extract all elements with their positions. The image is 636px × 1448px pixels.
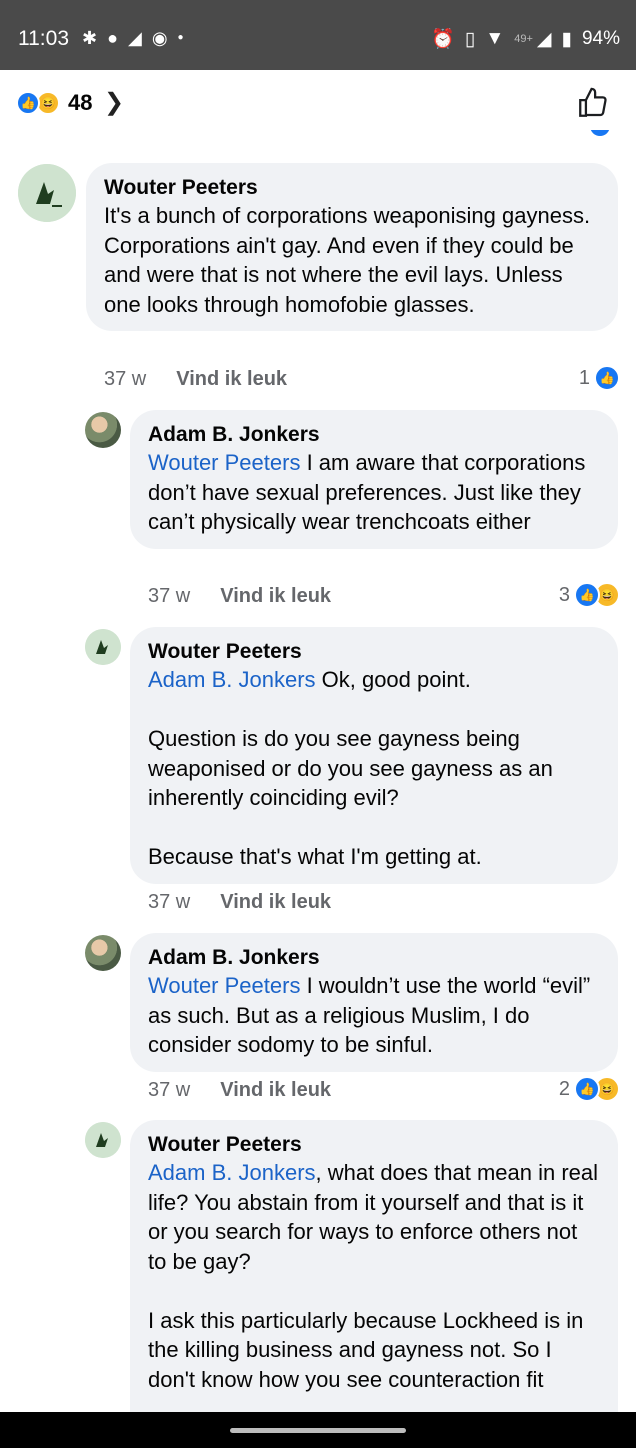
- reaction-count: 2: [558, 1077, 570, 1100]
- like-link[interactable]: Vind ik leuk: [176, 368, 287, 391]
- dot-icon: ●: [177, 32, 184, 43]
- comment-text: Wouter Peeters I am aware that corporati…: [148, 450, 586, 534]
- battery-icon: ▮: [561, 28, 572, 50]
- vibrate-icon: ▯: [464, 28, 476, 50]
- comment-reactions[interactable]: 1 👍: [579, 365, 620, 391]
- comment-bubble[interactable]: Wouter Peeters It's a bunch of corporati…: [86, 163, 618, 331]
- avatar-wouter-peeters[interactable]: [85, 1122, 121, 1158]
- comment-age: 37 w: [104, 368, 147, 390]
- comment-meta: 37 w Vind ik leuk: [148, 891, 331, 914]
- mention-link[interactable]: Wouter Peeters: [148, 450, 300, 475]
- comment-text: Wouter Peeters I wouldn’t use the world …: [148, 973, 591, 1057]
- notification-icons: ✱ ● ◢ ◉ ●: [82, 28, 184, 48]
- comment-meta: 37 w Vind ik leuk: [148, 585, 331, 608]
- mention-link[interactable]: Adam B. Jonkers: [148, 667, 316, 692]
- comment-author[interactable]: Adam B. Jonkers: [148, 945, 600, 971]
- chat-bubble-icon: ●: [107, 28, 118, 48]
- comment-author[interactable]: Adam B. Jonkers: [148, 422, 600, 448]
- comment-text: Adam B. Jonkers Ok, good point. Question…: [148, 667, 553, 869]
- like-reaction-icon: 👍: [16, 91, 40, 115]
- comment-author[interactable]: Wouter Peeters: [148, 639, 600, 665]
- mention-link[interactable]: Wouter Peeters: [148, 973, 300, 998]
- comments-sheet: 👍 😆 48 ❯ Wouter Peeters It's a bunch of …: [0, 70, 636, 1412]
- reactions-header[interactable]: 👍 😆 48 ❯: [0, 70, 636, 132]
- gesture-handle[interactable]: [230, 1428, 406, 1433]
- comment-bubble[interactable]: Wouter Peeters Adam B. Jonkers, what doe…: [130, 1120, 618, 1412]
- like-reaction-icon: 👍: [594, 365, 620, 391]
- reaction-count: 1: [578, 366, 590, 389]
- status-time: 11:03: [18, 27, 69, 50]
- comment-age: 37 w: [148, 891, 191, 913]
- status-bar: 11:03 ✱ ● ◢ ◉ ● ⏰ ▯ ▼ 49+ ◢ ▮ 94%: [0, 0, 636, 70]
- avatar-wouter-peeters[interactable]: [85, 629, 121, 665]
- navigation-bar: [0, 1412, 636, 1448]
- comment-bubble[interactable]: Adam B. Jonkers Wouter Peeters I wouldn’…: [130, 933, 618, 1072]
- comment-reactions[interactable]: 3 👍 😆: [559, 582, 620, 608]
- system-icons: ⏰ ▯ ▼ 49+ ◢ ▮ 94%: [431, 27, 620, 51]
- comment-bubble[interactable]: Adam B. Jonkers Wouter Peeters I am awar…: [130, 410, 618, 549]
- comment-bubble[interactable]: Wouter Peeters Adam B. Jonkers Ok, good …: [130, 627, 618, 884]
- chevron-right-icon[interactable]: ❯: [104, 88, 124, 117]
- comment-age: 37 w: [148, 1079, 191, 1101]
- comment-text: Adam B. Jonkers, what does that mean in …: [148, 1160, 599, 1392]
- wifi-icon: ▼: [485, 28, 505, 49]
- alarm-icon: ⏰: [431, 29, 455, 50]
- comment-reactions[interactable]: 2 👍 😆: [559, 1076, 620, 1102]
- like-reaction-icon: 👍: [574, 582, 600, 608]
- comment-meta: 37 w Vind ik leuk: [148, 1079, 331, 1102]
- avatar-wouter-peeters[interactable]: [18, 164, 76, 222]
- gear-icon: ✱: [82, 28, 98, 48]
- comment-text: It's a bunch of corporations weaponising…: [104, 203, 591, 317]
- like-link[interactable]: Vind ik leuk: [220, 891, 331, 914]
- thumbs-up-icon[interactable]: [576, 86, 610, 120]
- battery-percent: 94%: [581, 28, 620, 49]
- reaction-count: 48: [68, 90, 93, 115]
- avatar-adam-b-jonkers[interactable]: [85, 935, 121, 971]
- mention-link[interactable]: Adam B. Jonkers: [148, 1160, 316, 1185]
- comment-author[interactable]: Wouter Peeters: [104, 175, 600, 201]
- like-link[interactable]: Vind ik leuk: [220, 585, 331, 608]
- comment-age: 37 w: [148, 585, 191, 607]
- telegram-icon: ◢: [127, 28, 142, 48]
- signal-icon: ◢: [536, 28, 552, 50]
- reaction-count: 3: [558, 583, 570, 606]
- messenger-icon: ◉: [151, 28, 168, 48]
- clipped-reaction-badge: [590, 130, 612, 138]
- like-reaction-icon: 👍: [574, 1076, 600, 1102]
- network-label: 49+: [514, 33, 533, 45]
- like-link[interactable]: Vind ik leuk: [220, 1079, 331, 1102]
- avatar-adam-b-jonkers[interactable]: [85, 412, 121, 448]
- comment-meta: 37 w Vind ik leuk: [104, 368, 287, 391]
- comment-author[interactable]: Wouter Peeters: [148, 1132, 600, 1158]
- clipped-previous-meta: [100, 130, 300, 138]
